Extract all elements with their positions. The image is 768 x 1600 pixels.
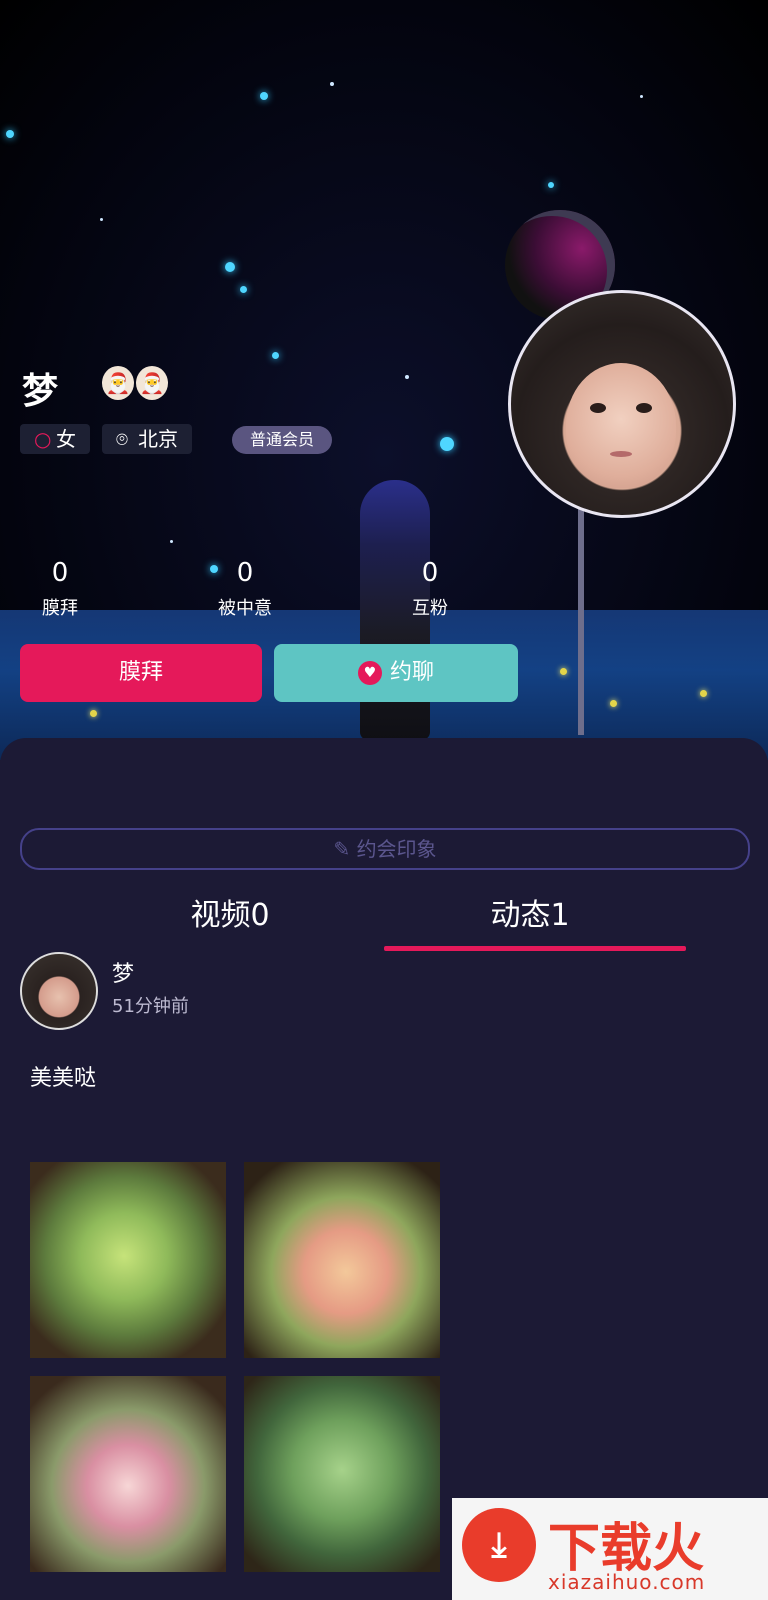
chat-button-label: 约聊 [389,660,434,685]
worship-button[interactable]: 膜拜 [20,644,262,702]
location-pin-icon: ⌾ [116,427,128,451]
avatar-mouth [610,451,632,457]
post-author-avatar[interactable] [20,952,98,1030]
profile-name: 梦 [22,371,59,412]
stat-mutual-follow[interactable]: 0 互粉 [370,558,490,620]
post-photo-2[interactable] [244,1162,440,1358]
star [440,437,454,451]
stat-liked[interactable]: 0 被中意 [185,558,305,620]
firefly [560,668,567,675]
post-photo-1[interactable] [30,1162,226,1358]
star [225,262,235,272]
star [640,95,643,98]
watermark: ⤓ 下载火 xiazaihuo.com [452,1498,768,1600]
female-icon: ○ [34,427,52,451]
star [330,82,334,86]
impression-placeholder: 约会印象 [356,837,437,861]
download-logo-icon: ⤓ [462,1508,536,1582]
stat-worship[interactable]: 0 膜拜 [0,558,120,620]
tab-moments[interactable]: 动态1 [430,890,630,934]
post-timestamp: 51分钟前 [112,996,189,1017]
stat-label: 膜拜 [42,598,78,619]
star [100,218,103,221]
badge-icon: 🎅 [136,366,168,400]
stat-label: 互粉 [412,598,448,619]
active-tab-indicator [384,946,686,951]
gender-label: 女 [56,427,76,451]
stat-value: 0 [421,558,439,588]
location-label: 北京 [138,427,178,451]
star [405,375,409,379]
pencil-icon: ✎ [333,837,351,861]
profile-avatar[interactable] [508,290,736,518]
stat-value: 0 [51,558,69,588]
firefly [610,700,617,707]
lamp-pole [578,495,584,735]
location-tag: ⌾ 北京 [102,424,192,454]
star [240,286,247,293]
tab-videos[interactable]: 视频0 [130,890,330,934]
star [170,540,173,543]
stat-label: 被中意 [218,598,272,619]
chat-button[interactable]: ♥ 约聊 [274,644,518,702]
avatar-eye [636,403,652,413]
star [272,352,279,359]
star [260,92,268,100]
date-impression-input[interactable]: ✎ 约会印象 [20,828,750,870]
heart-icon: ♥ [357,661,382,685]
post-photo-3[interactable] [30,1376,226,1572]
firefly [90,710,97,717]
watermark-site: xiazaihuo.com [548,1570,706,1594]
avatar-face [566,363,676,488]
membership-badge: 普通会员 [232,426,333,454]
avatar-eye [590,403,606,413]
stat-value: 0 [236,558,254,588]
star [6,130,14,138]
gender-tag: ○ 女 [20,424,90,454]
star [548,182,554,188]
post-author-name[interactable]: 梦 [112,956,134,988]
post-text: 美美哒 [30,1066,97,1091]
post-photo-4[interactable] [244,1376,440,1572]
badge-icon: 🎅 [102,366,134,400]
firefly [700,690,707,697]
